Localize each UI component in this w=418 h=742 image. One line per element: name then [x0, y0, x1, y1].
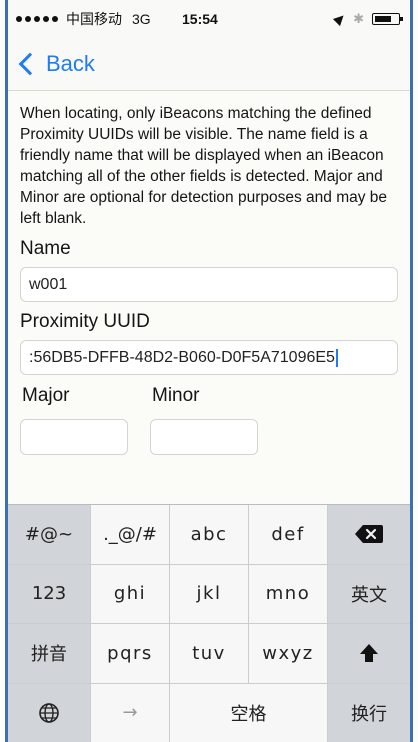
keyboard: #@~ ._@/# abc def 123 ghi jkl mno 英文 拼音 …	[8, 504, 410, 742]
key-pinyin[interactable]: 拼音	[8, 624, 90, 683]
network-type: 3G	[132, 11, 151, 27]
form-description: When locating, only iBeacons matching th…	[20, 105, 388, 227]
space-key[interactable]: 空格	[170, 683, 327, 742]
key-tuv[interactable]: tuv	[170, 624, 248, 683]
shift-icon	[358, 642, 380, 664]
back-button[interactable]: Back	[18, 51, 95, 77]
key-english[interactable]: 英文	[328, 564, 410, 623]
status-bar: 中国移动 3G 15:54 ✱	[8, 0, 410, 38]
chevron-left-icon	[18, 52, 42, 76]
arrow-right-key[interactable]: →	[91, 683, 169, 742]
key-def[interactable]: def	[249, 505, 327, 564]
major-field[interactable]	[20, 419, 128, 455]
phone-screen: 中国移动 3G 15:54 ✱ Back When locating, only…	[8, 0, 410, 742]
text-cursor	[335, 348, 338, 367]
key-wxyz[interactable]: wxyz	[249, 624, 327, 683]
globe-key[interactable]	[8, 683, 90, 742]
status-time: 15:54	[182, 11, 218, 27]
minor-label: Minor	[152, 385, 200, 406]
name-field-value: w001	[29, 276, 68, 293]
major-minor-labels: Major Minor	[20, 385, 398, 415]
key-jkl[interactable]: jkl	[170, 564, 248, 623]
major-label: Major	[22, 385, 70, 406]
carrier-name: 中国移动	[66, 11, 122, 27]
globe-icon	[38, 702, 60, 724]
back-label: Back	[46, 51, 95, 76]
key-ghi[interactable]: ghi	[91, 564, 169, 623]
delete-icon	[354, 524, 384, 544]
bluetooth-icon: ✱	[353, 11, 364, 26]
return-key[interactable]: 换行	[328, 683, 410, 742]
phone-frame: 中国移动 3G 15:54 ✱ Back When locating, only…	[0, 0, 418, 742]
battery-icon	[372, 13, 403, 25]
signal-strength-icon	[16, 16, 58, 22]
shift-key[interactable]	[328, 624, 410, 683]
frame-border-right	[410, 0, 413, 742]
name-field[interactable]: w001	[20, 267, 398, 302]
key-mno[interactable]: mno	[249, 564, 327, 623]
proximity-uuid-label: Proximity UUID	[20, 311, 150, 332]
status-icons: ✱	[333, 11, 403, 27]
beacon-form: When locating, only iBeacons matching th…	[8, 91, 410, 459]
key-pqrs[interactable]: pqrs	[91, 624, 169, 683]
delete-key[interactable]	[328, 505, 410, 564]
minor-field[interactable]	[150, 419, 258, 455]
key-symbols[interactable]: #@~	[8, 505, 90, 564]
name-label: Name	[20, 238, 71, 259]
key-abc[interactable]: abc	[170, 505, 248, 564]
major-minor-fields	[20, 419, 398, 459]
key-numbers[interactable]: 123	[8, 564, 90, 623]
key-punctuation[interactable]: ._@/#	[91, 505, 169, 564]
navigation-bar: Back	[8, 38, 410, 91]
proximity-uuid-field[interactable]: :56DB5-DFFB-48D2-B060-D0F5A71096E5	[20, 340, 398, 375]
proximity-uuid-value: :56DB5-DFFB-48D2-B060-D0F5A71096E5	[29, 349, 335, 366]
location-icon	[333, 11, 348, 27]
